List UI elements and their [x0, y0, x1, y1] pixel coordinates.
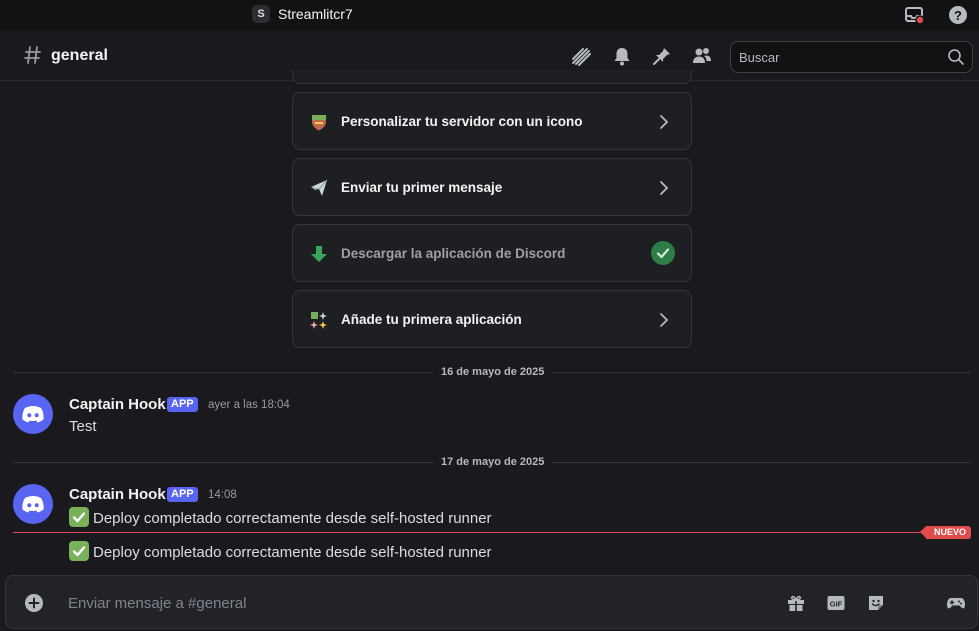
checklist-card-server-icon[interactable]: Personalizar tu servidor con un icono: [292, 92, 692, 150]
new-messages-line: [13, 532, 933, 533]
message-timestamp: ayer a las 18:04: [208, 399, 290, 411]
avatar[interactable]: [13, 484, 53, 524]
svg-text:GIF: GIF: [830, 600, 843, 609]
chevron-right-icon: [660, 115, 669, 129]
member-list-icon[interactable]: [691, 45, 713, 67]
activity-gamepad-icon[interactable]: [946, 593, 966, 613]
avatar[interactable]: [13, 394, 53, 434]
add-attachment-icon[interactable]: [24, 593, 44, 613]
message-author[interactable]: Captain Hook: [69, 396, 166, 413]
shield-emoji-icon: [312, 115, 326, 131]
message-content: Deploy completado correctamente desde se…: [93, 510, 492, 527]
gift-icon[interactable]: [786, 593, 806, 613]
message-content-row: Deploy completado correctamente desde se…: [69, 507, 492, 527]
checklist-label: Añade tu primera aplicación: [341, 312, 522, 327]
date-divider-label: 16 de mayo de 2025: [433, 366, 553, 378]
help-icon[interactable]: ?: [948, 5, 968, 25]
sparkle-blocks-emoji-icon: [310, 312, 327, 329]
discord-logo-icon: [22, 406, 44, 423]
channel-name: general: [51, 47, 108, 64]
app-tag: APP: [167, 487, 198, 502]
checklist-card-download-app[interactable]: Descargar la aplicación de Discord: [292, 224, 692, 282]
svg-text:?: ?: [954, 8, 962, 23]
channel-hash-icon: [24, 46, 41, 64]
sticker-icon[interactable]: [866, 593, 886, 613]
chevron-right-icon: [660, 181, 669, 195]
check-mark-emoji-icon: [69, 541, 89, 561]
title-bar: S Streamlitcr7 ?: [0, 0, 979, 30]
server-badge: S: [252, 5, 270, 23]
checklist-label: Descargar la aplicación de Discord: [341, 246, 566, 261]
date-divider-label: 17 de mayo de 2025: [433, 456, 553, 468]
discord-logo-icon: [22, 496, 44, 513]
threads-icon[interactable]: [570, 45, 592, 67]
checklist-label: Personalizar tu servidor con un icono: [341, 114, 583, 129]
app-tag: APP: [167, 397, 198, 412]
message-content-row: Deploy completado correctamente desde se…: [69, 541, 492, 561]
chevron-right-icon: [660, 313, 669, 327]
gif-icon[interactable]: GIF: [826, 593, 846, 613]
check-mark-emoji-icon: [69, 507, 89, 527]
message-author[interactable]: Captain Hook: [69, 486, 166, 503]
checklist-card-first-app[interactable]: Añade tu primera aplicación: [292, 290, 692, 348]
checklist-card-partial[interactable]: [292, 70, 692, 84]
message-composer: GIF: [5, 575, 978, 629]
down-arrow-emoji-icon: [311, 246, 327, 262]
message-timestamp: 14:08: [208, 489, 237, 501]
checklist-label: Enviar tu primer mensaje: [341, 180, 503, 195]
server-indicator: S Streamlitcr7: [252, 5, 353, 23]
search-icon: [948, 49, 964, 65]
search-box[interactable]: [730, 41, 973, 73]
search-input[interactable]: [739, 48, 939, 66]
checklist-card-first-message[interactable]: Enviar tu primer mensaje: [292, 158, 692, 216]
inbox-icon[interactable]: [904, 5, 924, 25]
completed-check-icon: [651, 241, 675, 265]
message-content: Test: [69, 418, 97, 435]
pin-icon[interactable]: [651, 45, 673, 67]
message-content: Deploy completado correctamente desde se…: [93, 544, 492, 561]
paper-plane-emoji-icon: [311, 179, 328, 196]
notification-bell-icon[interactable]: [611, 45, 633, 67]
message-input[interactable]: [68, 593, 668, 613]
server-name: Streamlitcr7: [278, 6, 353, 22]
new-messages-badge: NUEVO: [919, 526, 972, 539]
